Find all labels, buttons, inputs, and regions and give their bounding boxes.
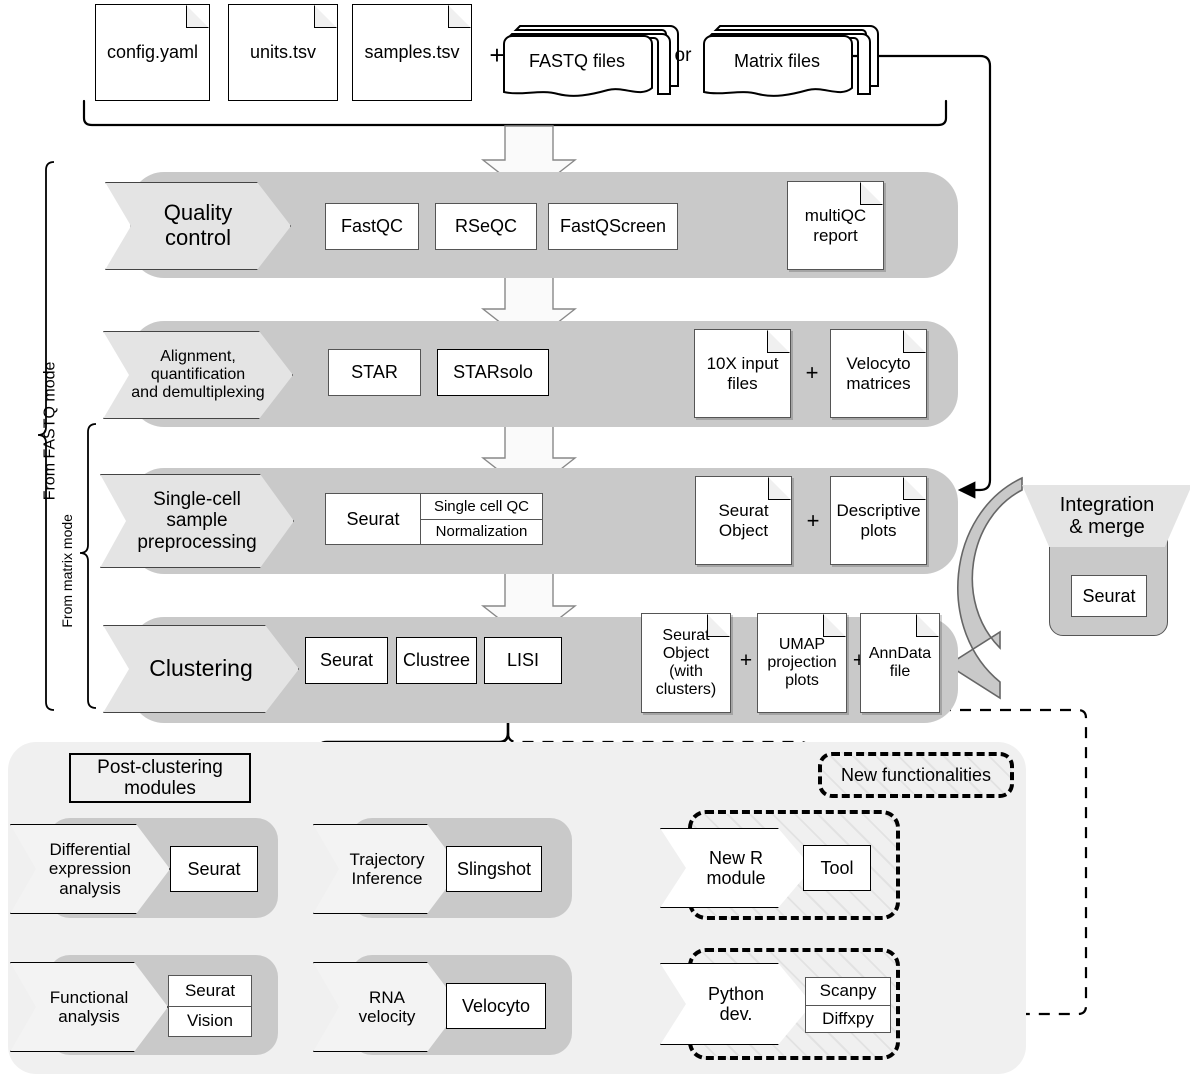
tool-star[interactable]: STAR	[328, 349, 421, 396]
input-file-label: units.tsv	[249, 42, 317, 63]
output-seurat-object: Seurat Object	[695, 476, 792, 565]
subtool-normalization[interactable]: Normalization	[421, 518, 542, 545]
tool-seurat-preprocessing[interactable]: Seurat Single cell QC Normalization	[325, 493, 543, 545]
page-fold-icon	[860, 182, 883, 205]
stage-label-preprocessing: Single-cell sample preprocessing	[100, 474, 294, 568]
tool-starsolo[interactable]: STARsolo	[437, 349, 549, 396]
input-file-label: samples.tsv	[364, 42, 460, 63]
page-fold-icon	[707, 614, 730, 637]
tool-clustree[interactable]: Clustree	[396, 637, 477, 684]
matrix-files-label: Matrix files	[733, 50, 820, 71]
output-umap-plots: UMAP projection plots	[757, 613, 847, 713]
tool-new-tool[interactable]: Tool	[803, 845, 871, 891]
tool-label-seurat: Seurat	[346, 508, 400, 529]
integration-funnel: Integration & merge	[1022, 485, 1190, 547]
matrix-files-stack: Matrix files	[700, 18, 900, 100]
input-file-samples: samples.tsv	[352, 4, 472, 101]
tool-seurat-functional[interactable]: Seurat	[169, 976, 251, 1006]
page-fold-icon	[903, 477, 926, 500]
tool-seurat-de[interactable]: Seurat	[170, 846, 258, 892]
plus-symbol-preprocessing: +	[806, 507, 820, 533]
plus-symbol-alignment: +	[805, 359, 819, 385]
stage-label-quality-control: Quality control	[105, 182, 291, 270]
new-functionalities-badge: New functionalities	[818, 752, 1014, 798]
mode-label-fastq: From FASTQ mode	[41, 361, 59, 501]
input-file-config: config.yaml	[95, 4, 210, 101]
page-fold-icon	[314, 5, 337, 28]
workflow-diagram: config.yaml units.tsv samples.tsv + FAST…	[0, 0, 1190, 1083]
tool-seurat-clustering[interactable]: Seurat	[305, 637, 388, 684]
fastq-files-label: FASTQ files	[528, 50, 626, 71]
page-fold-icon	[916, 614, 939, 637]
stage-label-alignment: Alignment, quantification and demultiple…	[103, 331, 293, 419]
subtool-single-cell-qc[interactable]: Single cell QC	[421, 494, 542, 519]
output-anndata-file: AnnData file	[860, 613, 940, 713]
tool-seurat-integration[interactable]: Seurat	[1071, 575, 1147, 617]
output-seurat-object-clusters: Seurat Object (with clusters)	[641, 613, 731, 713]
tool-vision[interactable]: Vision	[169, 1005, 251, 1037]
output-velocyto-matrices: Velocyto matrices	[830, 329, 927, 418]
tool-stack-python-dev[interactable]: Scanpy Diffxpy	[805, 977, 891, 1033]
tool-diffxpy[interactable]: Diffxpy	[806, 1004, 890, 1033]
page-fold-icon	[823, 614, 846, 637]
post-clustering-heading: Post-clustering modules	[69, 753, 251, 803]
page-fold-icon	[767, 330, 790, 353]
page-fold-icon	[768, 477, 791, 500]
tool-slingshot[interactable]: Slingshot	[446, 846, 542, 892]
or-symbol: or	[674, 45, 692, 67]
output-multiqc-report: multiQC report	[787, 181, 884, 270]
tool-rseqc[interactable]: RSeQC	[435, 203, 537, 250]
tool-stack-functional-analysis[interactable]: Seurat Vision	[168, 975, 252, 1037]
output-10x-input-files: 10X input files	[694, 329, 791, 418]
tool-velocyto[interactable]: Velocyto	[446, 983, 546, 1029]
page-fold-icon	[448, 5, 471, 28]
stage-label-clustering: Clustering	[103, 625, 299, 713]
page-fold-icon	[903, 330, 926, 353]
tool-scanpy[interactable]: Scanpy	[806, 978, 890, 1005]
tool-fastqscreen[interactable]: FastQScreen	[548, 203, 678, 250]
plus-symbol-clustering-1: +	[739, 649, 753, 673]
input-file-label: config.yaml	[106, 42, 199, 63]
output-descriptive-plots: Descriptive plots	[830, 476, 927, 565]
input-file-units: units.tsv	[228, 4, 338, 101]
tool-lisi[interactable]: LISI	[484, 637, 562, 684]
tool-fastqc[interactable]: FastQC	[325, 203, 419, 250]
page-fold-icon	[186, 5, 209, 28]
